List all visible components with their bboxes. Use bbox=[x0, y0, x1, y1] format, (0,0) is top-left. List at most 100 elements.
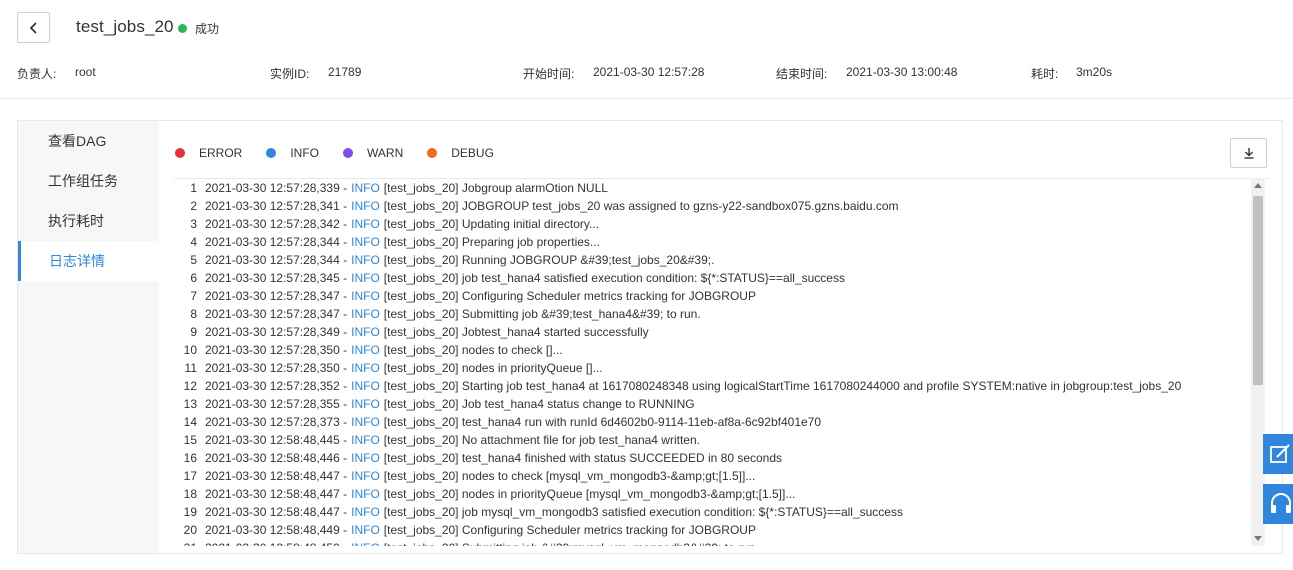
sidebar-item-group-tasks[interactable]: 工作组任务 bbox=[18, 161, 159, 201]
log-timestamp: 2021-03-30 12:58:48,446 - bbox=[205, 451, 348, 465]
log-line: 6 2021-03-30 12:57:28,345 - INFO [test_jobs… bbox=[174, 269, 1269, 287]
log-timestamp: 2021-03-30 12:57:28,339 - bbox=[205, 181, 348, 195]
legend-error[interactable]: ERROR bbox=[175, 146, 242, 160]
log-message: [test_jobs_20] Updating initial director… bbox=[383, 217, 600, 231]
log-line-number: 6 bbox=[190, 271, 197, 285]
log-line-number: 7 bbox=[190, 289, 197, 303]
sidebar-item-dag[interactable]: 查看DAG bbox=[18, 121, 159, 161]
log-message: [test_jobs_20] nodes in priorityQueue [m… bbox=[383, 487, 796, 501]
log-timestamp: 2021-03-30 12:57:28,347 - bbox=[205, 307, 348, 321]
log-line-number: 11 bbox=[184, 361, 197, 375]
log-timestamp: 2021-03-30 12:57:28,342 - bbox=[205, 217, 348, 231]
legend-debug-label: DEBUG bbox=[451, 146, 494, 160]
log-message: [test_jobs_20] No attachment file for jo… bbox=[383, 433, 700, 447]
log-timestamp: 2021-03-30 12:58:48,447 - bbox=[205, 469, 348, 483]
edit-icon bbox=[1270, 444, 1290, 463]
log-line: 16 2021-03-30 12:58:48,446 - INFO [test_job… bbox=[174, 449, 1269, 467]
debug-dot-icon bbox=[427, 148, 438, 158]
log-line-number: 1 bbox=[190, 181, 197, 195]
log-line: 13 2021-03-30 12:57:28,355 - INFO [test_job… bbox=[174, 395, 1269, 413]
log-message: [test_jobs_20] Jobtest_hana4 started suc… bbox=[383, 325, 649, 339]
log-level: INFO bbox=[351, 505, 380, 519]
support-button[interactable] bbox=[1263, 484, 1293, 524]
log-line-number: 20 bbox=[183, 523, 197, 537]
log-line: 2 2021-03-30 12:57:28,341 - INFO [test_jobs… bbox=[174, 197, 1269, 215]
error-dot-icon bbox=[175, 148, 185, 158]
log-timestamp: 2021-03-30 12:58:48,445 - bbox=[205, 433, 348, 447]
log-level: INFO bbox=[351, 487, 380, 501]
log-line: 10 2021-03-30 12:57:28,350 - INFO [test_job… bbox=[174, 341, 1269, 359]
log-level: INFO bbox=[351, 181, 380, 195]
log-line: 12 2021-03-30 12:57:28,352 - INFO [test_job… bbox=[174, 377, 1269, 395]
log-message: [test_jobs_20] Configuring Scheduler met… bbox=[383, 523, 756, 537]
legend-warn[interactable]: WARN bbox=[343, 146, 403, 160]
log-level: INFO bbox=[351, 523, 380, 537]
log-message: [test_jobs_20] Starting job test_hana4 a… bbox=[383, 379, 1182, 393]
log-timestamp: 2021-03-30 12:57:28,345 - bbox=[205, 271, 348, 285]
legend-warn-label: WARN bbox=[367, 146, 404, 160]
log-line-number: 3 bbox=[190, 217, 197, 231]
legend-info[interactable]: INFO bbox=[266, 146, 319, 160]
page-header: test_jobs_20 成功 负责人: root 实例ID: 21789 开始… bbox=[0, 0, 1293, 99]
legend-debug[interactable]: DEBUG bbox=[427, 146, 494, 160]
back-button[interactable] bbox=[17, 12, 50, 43]
log-message: [test_jobs_20] nodes to check [mysql_vm_… bbox=[383, 469, 756, 483]
log-line: 18 2021-03-30 12:58:48,447 - INFO [test_job… bbox=[174, 485, 1269, 503]
log-message: [test_jobs_20] Preparing job properties.… bbox=[383, 235, 600, 249]
log-viewer[interactable]: 1 2021-03-30 12:57:28,339 - INFO [test_jobs… bbox=[174, 178, 1269, 546]
sidebar-item-log-details[interactable]: 日志详情 bbox=[18, 241, 159, 281]
status-badge: 成功 bbox=[178, 20, 219, 37]
meta-instance-label: 实例ID: bbox=[270, 67, 310, 81]
meta-duration: 耗时: 3m20s bbox=[1031, 65, 1112, 82]
log-timestamp: 2021-03-30 12:57:28,341 - bbox=[205, 199, 348, 213]
meta-owner-label: 负责人: bbox=[17, 67, 57, 81]
sidebar: 查看DAG 工作组任务 执行耗时 日志详情 bbox=[18, 121, 159, 553]
log-line: 9 2021-03-30 12:57:28,349 - INFO [test_jobs… bbox=[174, 323, 1269, 341]
log-message: [test_jobs_20] nodes in priorityQueue []… bbox=[383, 361, 603, 375]
log-line-number: 5 bbox=[190, 253, 197, 267]
log-line-number: 19 bbox=[183, 505, 197, 519]
download-log-button[interactable] bbox=[1230, 138, 1267, 168]
log-message: [test_jobs_20] Submitting job &#39;test_… bbox=[383, 307, 701, 321]
log-line-number: 17 bbox=[183, 469, 197, 483]
scroll-up-arrow-icon[interactable] bbox=[1254, 183, 1262, 188]
log-timestamp: 2021-03-30 12:58:48,447 - bbox=[205, 505, 348, 519]
meta-instance-id: 实例ID: 21789 bbox=[270, 65, 361, 82]
log-line-number: 13 bbox=[183, 397, 197, 411]
log-line: 17 2021-03-30 12:58:48,447 - INFO [test_job… bbox=[174, 467, 1269, 485]
legend-error-label: ERROR bbox=[199, 146, 243, 160]
detail-panel: 查看DAG 工作组任务 执行耗时 日志详情 ERROR INFO WARN DE… bbox=[17, 120, 1283, 554]
log-message: [test_jobs_20] test_hana4 finished with … bbox=[383, 451, 783, 465]
meta-end-time: 结束时间: 2021-03-30 13:00:48 bbox=[776, 65, 957, 82]
log-level: INFO bbox=[351, 271, 380, 285]
log-level: INFO bbox=[351, 433, 380, 447]
scrollbar-thumb[interactable] bbox=[1253, 196, 1263, 385]
log-level: INFO bbox=[351, 469, 380, 483]
status-dot-icon bbox=[178, 24, 187, 33]
log-message: [test_jobs_20] Job test_hana4 status cha… bbox=[383, 397, 695, 411]
sidebar-item-duration[interactable]: 执行耗时 bbox=[18, 201, 159, 241]
log-timestamp: 2021-03-30 12:57:28,350 - bbox=[205, 343, 348, 357]
download-icon bbox=[1244, 148, 1253, 159]
log-line: 19 2021-03-30 12:58:48,447 - INFO [test_job… bbox=[174, 503, 1269, 521]
log-line: 8 2021-03-30 12:57:28,347 - INFO [test_jobs… bbox=[174, 305, 1269, 323]
meta-duration-label: 耗时: bbox=[1031, 67, 1059, 81]
log-timestamp: 2021-03-30 12:57:28,352 - bbox=[205, 379, 348, 393]
log-level: INFO bbox=[351, 253, 380, 267]
log-level: INFO bbox=[351, 199, 380, 213]
log-level: INFO bbox=[351, 539, 380, 546]
log-level: INFO bbox=[351, 361, 380, 375]
log-line-number: 8 bbox=[190, 307, 197, 321]
feedback-edit-button[interactable] bbox=[1263, 434, 1293, 474]
log-timestamp: 2021-03-30 12:58:48,449 - bbox=[205, 523, 348, 537]
log-message: [test_jobs_20] job mysql_vm_mongodb3 sat… bbox=[383, 505, 903, 519]
log-level: INFO bbox=[351, 451, 380, 465]
log-level: INFO bbox=[351, 289, 380, 303]
log-timestamp: 2021-03-30 12:57:28,344 - bbox=[205, 235, 348, 249]
meta-start-value: 2021-03-30 12:57:28 bbox=[593, 65, 705, 79]
log-timestamp: 2021-03-30 12:57:28,373 - bbox=[205, 415, 348, 429]
log-message: [test_jobs_20] test_hana4 run with runId… bbox=[383, 415, 822, 429]
scroll-down-arrow-icon[interactable] bbox=[1254, 536, 1262, 541]
log-timestamp: 2021-03-30 12:58:48,450 - bbox=[205, 539, 347, 546]
headset-icon bbox=[1271, 493, 1291, 513]
